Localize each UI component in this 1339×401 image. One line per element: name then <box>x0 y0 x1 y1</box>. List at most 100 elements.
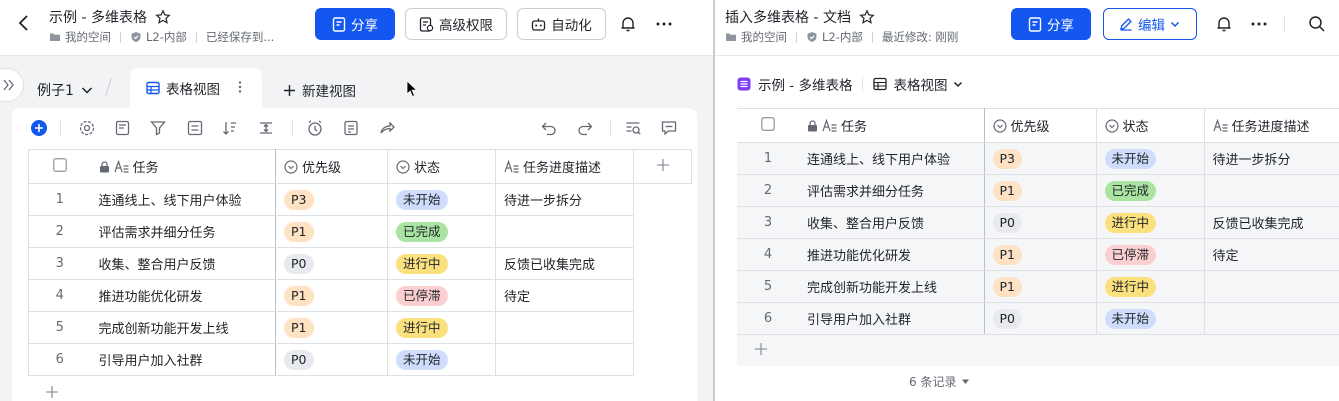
undo-icon[interactable] <box>540 119 558 137</box>
edit-mode-button[interactable]: 编辑 <box>1103 8 1197 40</box>
add-row-button[interactable] <box>754 342 768 356</box>
desc-cell[interactable]: 反馈已收集完成 <box>1204 206 1339 239</box>
status-cell[interactable]: 已停滞 <box>1096 238 1205 271</box>
desc-cell[interactable]: 反馈已收集完成 <box>495 247 634 280</box>
status-cell[interactable]: 未开始 <box>1096 302 1205 335</box>
table-row[interactable]: 4 推进功能优化研发 P1 已停滞 待定 <box>737 238 1339 271</box>
row-number[interactable]: 5 <box>737 270 799 303</box>
row-number[interactable]: 3 <box>28 247 91 280</box>
status-cell[interactable]: 进行中 <box>387 311 496 344</box>
comment-icon[interactable] <box>660 119 678 137</box>
embedded-view-selector[interactable]: 表格视图 <box>893 74 947 94</box>
star-icon[interactable] <box>155 9 171 25</box>
table-row[interactable]: 2 评估需求并细分任务 P1 已完成 <box>737 174 1339 207</box>
column-header-priority[interactable]: 优先级 <box>275 149 388 184</box>
desc-cell[interactable] <box>495 215 634 248</box>
task-cell[interactable]: 完成创新功能开发上线 <box>90 311 276 344</box>
row-number[interactable]: 6 <box>28 343 91 376</box>
more-vertical-icon[interactable] <box>238 80 242 94</box>
notification-button[interactable] <box>1214 14 1234 34</box>
row-number[interactable]: 4 <box>737 238 799 271</box>
redo-icon[interactable] <box>576 119 594 137</box>
row-number[interactable]: 2 <box>737 174 799 207</box>
security-level[interactable]: L2-内部 <box>146 29 187 45</box>
form-icon[interactable] <box>342 119 360 137</box>
task-cell[interactable]: 评估需求并细分任务 <box>90 215 276 248</box>
add-row-button[interactable] <box>45 385 59 399</box>
table-row[interactable]: 2 评估需求并细分任务 P1 已完成 <box>28 215 692 248</box>
notification-button[interactable] <box>618 14 638 34</box>
desc-cell[interactable]: 待进一步拆分 <box>1204 142 1339 175</box>
task-cell[interactable]: 引导用户加入社群 <box>799 302 985 335</box>
select-all-checkbox[interactable] <box>737 108 799 143</box>
chevron-down-icon[interactable] <box>952 78 964 90</box>
priority-cell[interactable]: P0 <box>984 302 1097 335</box>
desc-cell[interactable] <box>1204 174 1339 207</box>
status-cell[interactable]: 未开始 <box>1096 142 1205 175</box>
sort-icon[interactable] <box>221 119 239 137</box>
column-header-desc[interactable]: 任务进度描述 <box>495 149 634 184</box>
desc-cell[interactable] <box>495 343 634 376</box>
more-button[interactable] <box>654 14 674 34</box>
add-record-icon[interactable] <box>30 119 48 137</box>
priority-cell[interactable]: P0 <box>275 247 388 280</box>
task-cell[interactable]: 连通线上、线下用户体验 <box>90 183 276 216</box>
filter-icon[interactable] <box>149 119 167 137</box>
table-row[interactable]: 1 连通线上、线下用户体验 P3 未开始 待进一步拆分 <box>28 183 692 216</box>
table-row[interactable]: 4 推进功能优化研发 P1 已停滞 待定 <box>28 279 692 312</box>
status-cell[interactable]: 未开始 <box>387 343 496 376</box>
task-cell[interactable]: 推进功能优化研发 <box>799 238 985 271</box>
row-number[interactable]: 5 <box>28 311 91 344</box>
tab-grid-view[interactable]: 表格视图 <box>130 68 262 108</box>
automation-button[interactable]: 自动化 <box>517 8 606 40</box>
priority-cell[interactable]: P1 <box>275 311 388 344</box>
desc-cell[interactable]: 待定 <box>495 279 634 312</box>
alarm-icon[interactable] <box>306 119 324 137</box>
field-settings-icon[interactable] <box>114 119 132 137</box>
select-all-checkbox[interactable] <box>28 149 91 184</box>
row-number[interactable]: 3 <box>737 206 799 239</box>
desc-cell[interactable] <box>495 311 634 344</box>
task-cell[interactable]: 连通线上、线下用户体验 <box>799 142 985 175</box>
priority-cell[interactable]: P1 <box>984 238 1097 271</box>
advanced-permissions-button[interactable]: 高级权限 <box>405 8 507 40</box>
table-row[interactable]: 6 引导用户加入社群 P0 未开始 <box>28 343 692 376</box>
security-level[interactable]: L2-内部 <box>822 29 863 45</box>
desc-cell[interactable] <box>1204 270 1339 303</box>
column-header-priority[interactable]: 优先级 <box>984 108 1097 143</box>
settings-icon[interactable] <box>78 119 96 137</box>
table-row[interactable]: 5 完成创新功能开发上线 P1 进行中 <box>28 311 692 344</box>
search-records-icon[interactable] <box>624 119 642 137</box>
column-header-desc[interactable]: 任务进度描述 <box>1204 108 1339 143</box>
space-link[interactable]: 我的空间 <box>65 29 111 45</box>
desc-cell[interactable]: 待定 <box>1204 238 1339 271</box>
task-cell[interactable]: 收集、整合用户反馈 <box>90 247 276 280</box>
share-button[interactable]: 分享 <box>315 8 395 40</box>
status-cell[interactable]: 已完成 <box>387 215 496 248</box>
search-button[interactable] <box>1307 14 1327 34</box>
status-cell[interactable]: 已停滞 <box>387 279 496 312</box>
row-number[interactable]: 1 <box>737 142 799 175</box>
table-row[interactable]: 5 完成创新功能开发上线 P1 进行中 <box>737 270 1339 303</box>
more-button[interactable] <box>1249 14 1269 34</box>
row-height-icon[interactable] <box>257 119 275 137</box>
table-row[interactable]: 1 连通线上、线下用户体验 P3 未开始 待进一步拆分 <box>737 142 1339 175</box>
back-icon[interactable] <box>14 13 34 33</box>
group-icon[interactable] <box>186 119 204 137</box>
column-header-status[interactable]: 状态 <box>1096 108 1205 143</box>
table-selector[interactable]: 例子1 <box>37 80 94 100</box>
share-button[interactable]: 分享 <box>1011 8 1091 40</box>
row-number[interactable]: 4 <box>28 279 91 312</box>
priority-cell[interactable]: P1 <box>984 174 1097 207</box>
desc-cell[interactable]: 待进一步拆分 <box>495 183 634 216</box>
priority-cell[interactable]: P1 <box>984 270 1097 303</box>
table-row[interactable]: 6 引导用户加入社群 P0 未开始 <box>737 302 1339 335</box>
task-cell[interactable]: 评估需求并细分任务 <box>799 174 985 207</box>
desc-cell[interactable] <box>1204 302 1339 335</box>
add-column-button[interactable] <box>633 149 692 184</box>
column-header-status[interactable]: 状态 <box>387 149 496 184</box>
priority-cell[interactable]: P0 <box>984 206 1097 239</box>
share-view-icon[interactable] <box>378 119 396 137</box>
expand-sidebar-button[interactable] <box>0 68 24 102</box>
row-number[interactable]: 2 <box>28 215 91 248</box>
